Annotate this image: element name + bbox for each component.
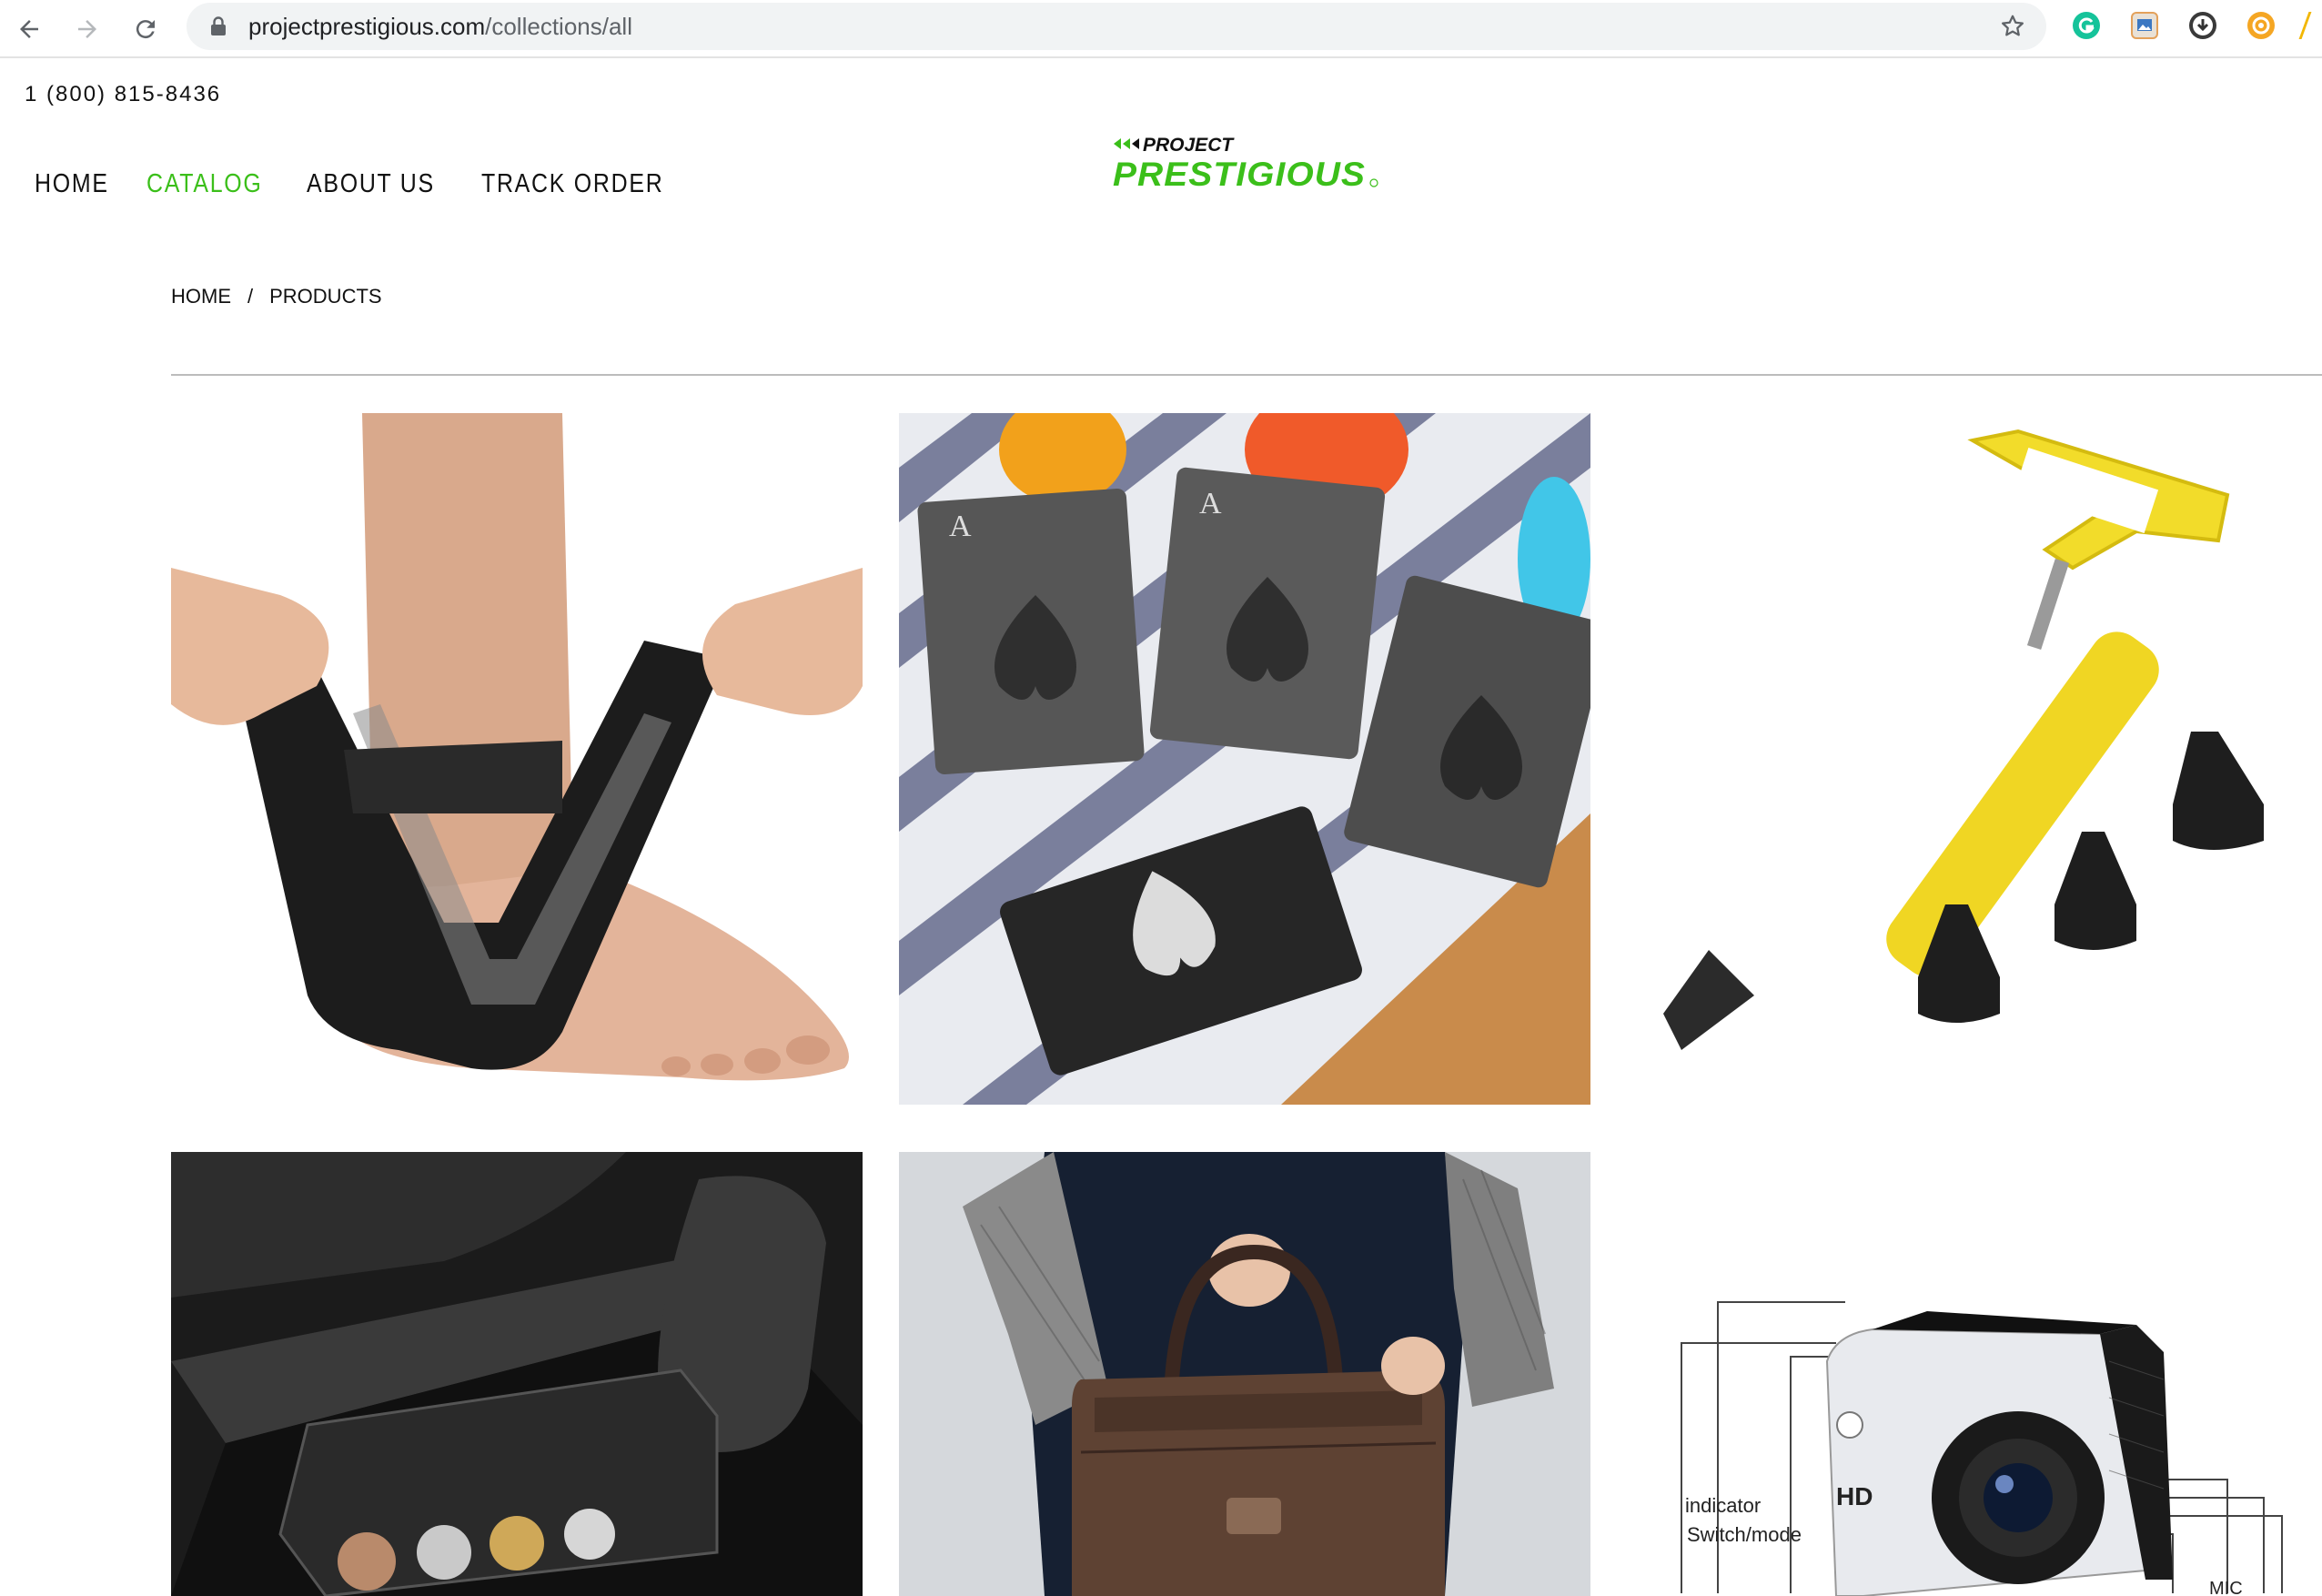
nav-home[interactable]: HOME — [35, 169, 109, 199]
nav-catalog[interactable]: CATALOG — [146, 169, 263, 199]
svg-text:A: A — [1199, 487, 1222, 520]
product-card-card-bottle-opener[interactable]: A A — [899, 413, 1590, 1105]
ace-card-1: A — [917, 489, 1145, 774]
breadcrumb-current: PRODUCTS — [269, 285, 382, 308]
download-extension-icon[interactable] — [2189, 12, 2216, 39]
extension-overflow-icon[interactable] — [2298, 12, 2322, 39]
forward-icon[interactable] — [66, 7, 109, 51]
url-text: projectprestigious.com/collections/all — [248, 13, 632, 40]
product-image-card-bottle-opener: A A — [899, 413, 1590, 1105]
nav-track-order[interactable]: TRACK ORDER — [481, 169, 663, 199]
camera-indicator-label: indicator — [1685, 1494, 1761, 1517]
product-card-action-camera[interactable]: HD indicator Switch/mode MIC — [1627, 1152, 2322, 1596]
breadcrumb-separator: / — [247, 285, 254, 308]
logo-arrows-icon — [1114, 138, 1130, 149]
product-card-coin-holder[interactable] — [171, 1152, 863, 1596]
nav-about-us[interactable]: ABOUT US — [307, 169, 435, 199]
product-card-ankle-brace[interactable] — [171, 413, 863, 1105]
product-image-coin-holder — [171, 1152, 863, 1596]
product-card-caulking-gun[interactable] — [1627, 413, 2322, 1105]
ace-card-2: A — [1149, 467, 1386, 760]
svg-text:A: A — [949, 510, 972, 543]
product-image-ankle-brace — [171, 413, 863, 1105]
phone-number[interactable]: 1 (800) 815-8436 — [25, 82, 221, 107]
breadcrumb: HOME / PRODUCTS — [171, 285, 382, 308]
section-divider — [171, 374, 2322, 376]
camera-mic-label: MIC — [2209, 1579, 2243, 1596]
browser-toolbar: projectprestigious.com/collections/all — [0, 0, 2322, 58]
breadcrumb-home[interactable]: HOME — [171, 285, 231, 308]
star-icon[interactable] — [1999, 13, 2026, 40]
honey-extension-icon[interactable] — [2247, 12, 2275, 39]
image-extension-icon[interactable] — [2131, 12, 2158, 39]
logo-line1: PROJECT — [1143, 135, 1235, 156]
product-image-caulking-gun — [1627, 413, 2322, 1105]
logo-line2: PRESTIGIOUS — [1113, 156, 1366, 193]
camera-power-icon — [1836, 1411, 1863, 1439]
camera-hd-label: HD — [1836, 1482, 1873, 1510]
address-bar[interactable]: projectprestigious.com/collections/all — [187, 3, 2046, 50]
main-navigation: HOME CATALOG ABOUT US TRACK ORDER — [35, 169, 693, 199]
reload-icon[interactable] — [124, 7, 167, 51]
lock-icon — [211, 16, 226, 35]
store-logo[interactable]: PROJECT PRESTIGIOUS — [1110, 133, 1383, 197]
camera-switch-label: Switch/mode — [1687, 1523, 1802, 1546]
product-card-leather-bag[interactable] — [899, 1152, 1590, 1596]
back-icon[interactable] — [7, 7, 51, 51]
grammarly-icon[interactable] — [2073, 12, 2100, 39]
product-image-action-camera: HD indicator Switch/mode MIC — [1627, 1152, 2322, 1596]
product-image-leather-bag — [899, 1152, 1590, 1596]
